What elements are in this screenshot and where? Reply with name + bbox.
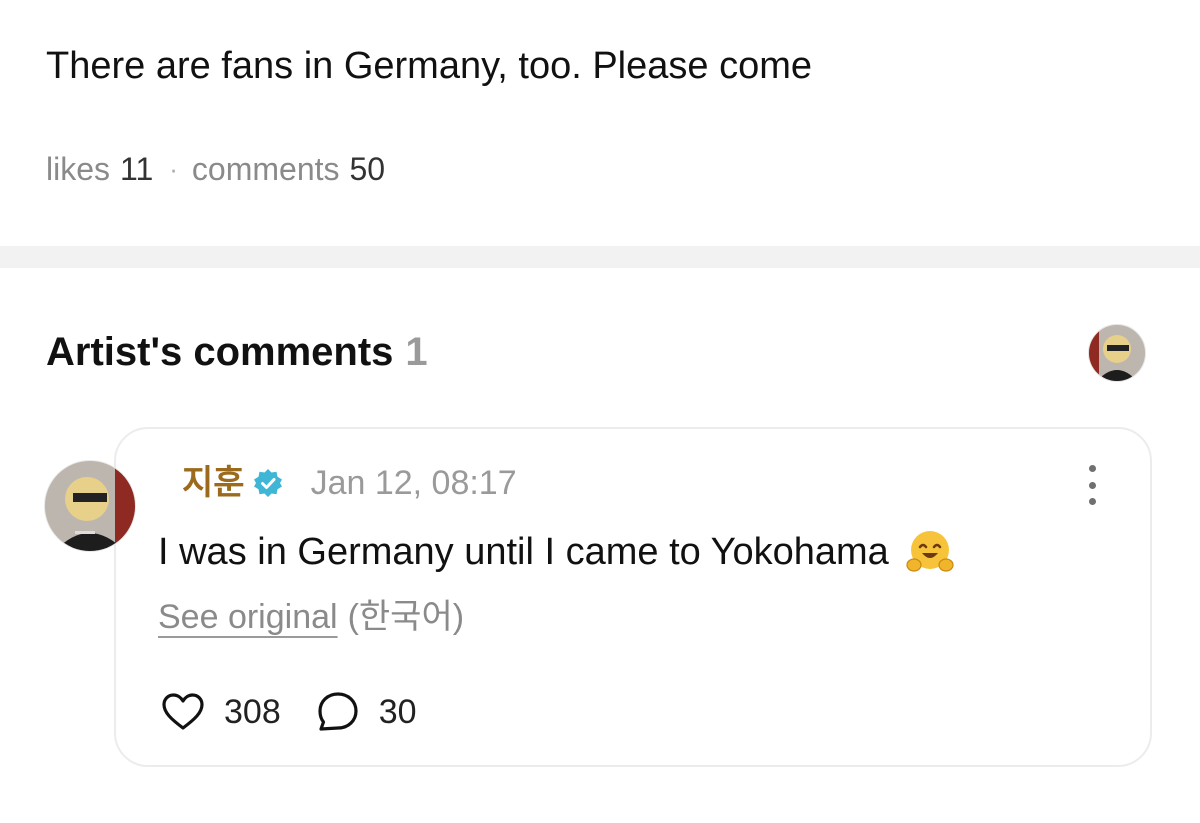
reply-button[interactable]: 30 (315, 689, 417, 735)
artist-comments-title: Artist's comments 1 (46, 326, 428, 378)
reply-count: 30 (378, 693, 417, 731)
post-text: There are fans in Germany, too. Please c… (46, 45, 812, 87)
heart-icon (162, 693, 204, 730)
comment-timestamp: Jan 12, 08:17 (310, 464, 517, 502)
hugging-face-emoji-icon (905, 527, 955, 577)
more-vertical-icon[interactable] (1080, 465, 1104, 505)
artist-avatar-small[interactable] (1088, 324, 1146, 382)
translation-row: See original (한국어) (158, 595, 464, 639)
comment-actions: 308 30 (160, 689, 417, 735)
original-language: (한국어) (347, 598, 465, 636)
avatar-image (1089, 325, 1145, 381)
stats-separator: · (169, 154, 178, 184)
see-original-link[interactable]: See original (158, 598, 338, 636)
artist-comments-label: Artist's comments (46, 330, 394, 374)
commenter-avatar[interactable] (44, 460, 136, 552)
avatar-image (45, 461, 135, 551)
artist-comment-card: 지훈 Jan 12, 08:17 I was in Germany until … (114, 427, 1152, 767)
author-name[interactable]: 지훈 (182, 461, 245, 505)
like-count: 308 (224, 693, 281, 731)
comments-label: comments (191, 151, 340, 187)
section-divider (0, 246, 1200, 268)
verified-badge-icon (253, 468, 283, 498)
post-stats: likes 11 · comments 50 (46, 148, 385, 190)
comment-text-row: I was in Germany until I came to Yokoham… (158, 527, 955, 577)
comment-header: 지훈 Jan 12, 08:17 (182, 461, 517, 505)
post-detail-page: There are fans in Germany, too. Please c… (0, 0, 1200, 823)
like-button[interactable]: 308 (160, 689, 281, 735)
comment-text: I was in Germany until I came to Yokoham… (158, 531, 889, 573)
likes-count: 11 (120, 151, 154, 187)
comment-bubble-icon (318, 692, 358, 731)
likes-label: likes (46, 151, 111, 187)
comments-count: 50 (349, 151, 386, 187)
artist-comments-count: 1 (405, 330, 428, 374)
